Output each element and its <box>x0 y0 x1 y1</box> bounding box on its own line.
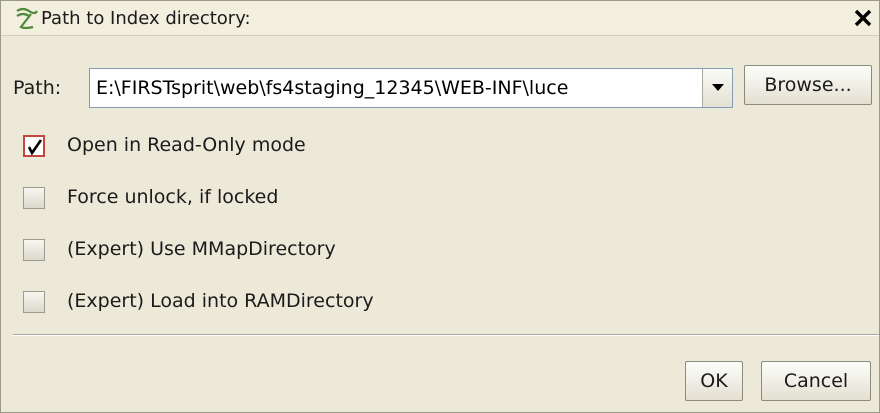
close-icon[interactable] <box>851 7 875 29</box>
chevron-down-icon[interactable] <box>702 69 732 107</box>
path-label: Path: <box>13 77 62 99</box>
mmap-directory-checkbox[interactable] <box>23 239 45 261</box>
dialog-titlebar[interactable]: Path to Index directory: <box>1 1 879 36</box>
index-path-dialog: Path to Index directory: Path: E:\FIRSTs… <box>0 0 880 413</box>
cancel-button[interactable]: Cancel <box>761 361 871 401</box>
read-only-label: Open in Read-Only mode <box>67 134 306 156</box>
mmap-directory-label: (Expert) Use MMapDirectory <box>67 238 336 260</box>
option-mmap-directory[interactable]: (Expert) Use MMapDirectory <box>1 229 879 269</box>
footer-separator <box>13 334 879 336</box>
path-input[interactable]: E:\FIRSTsprit\web\fs4staging_12345\WEB-I… <box>96 77 696 99</box>
force-unlock-checkbox[interactable] <box>23 187 45 209</box>
ram-directory-label: (Expert) Load into RAMDirectory <box>67 290 374 312</box>
index-directory-icon <box>13 5 39 31</box>
option-force-unlock[interactable]: Force unlock, if locked <box>1 177 879 217</box>
option-ram-directory[interactable]: (Expert) Load into RAMDirectory <box>1 281 879 321</box>
read-only-checkbox[interactable] <box>23 135 45 157</box>
force-unlock-label: Force unlock, if locked <box>67 186 279 208</box>
option-read-only[interactable]: Open in Read-Only mode <box>1 125 879 165</box>
path-combobox[interactable]: E:\FIRSTsprit\web\fs4staging_12345\WEB-I… <box>89 68 733 108</box>
browse-button[interactable]: Browse... <box>744 65 872 105</box>
ok-button[interactable]: OK <box>685 361 743 401</box>
ram-directory-checkbox[interactable] <box>23 291 45 313</box>
dialog-title: Path to Index directory: <box>41 8 251 29</box>
